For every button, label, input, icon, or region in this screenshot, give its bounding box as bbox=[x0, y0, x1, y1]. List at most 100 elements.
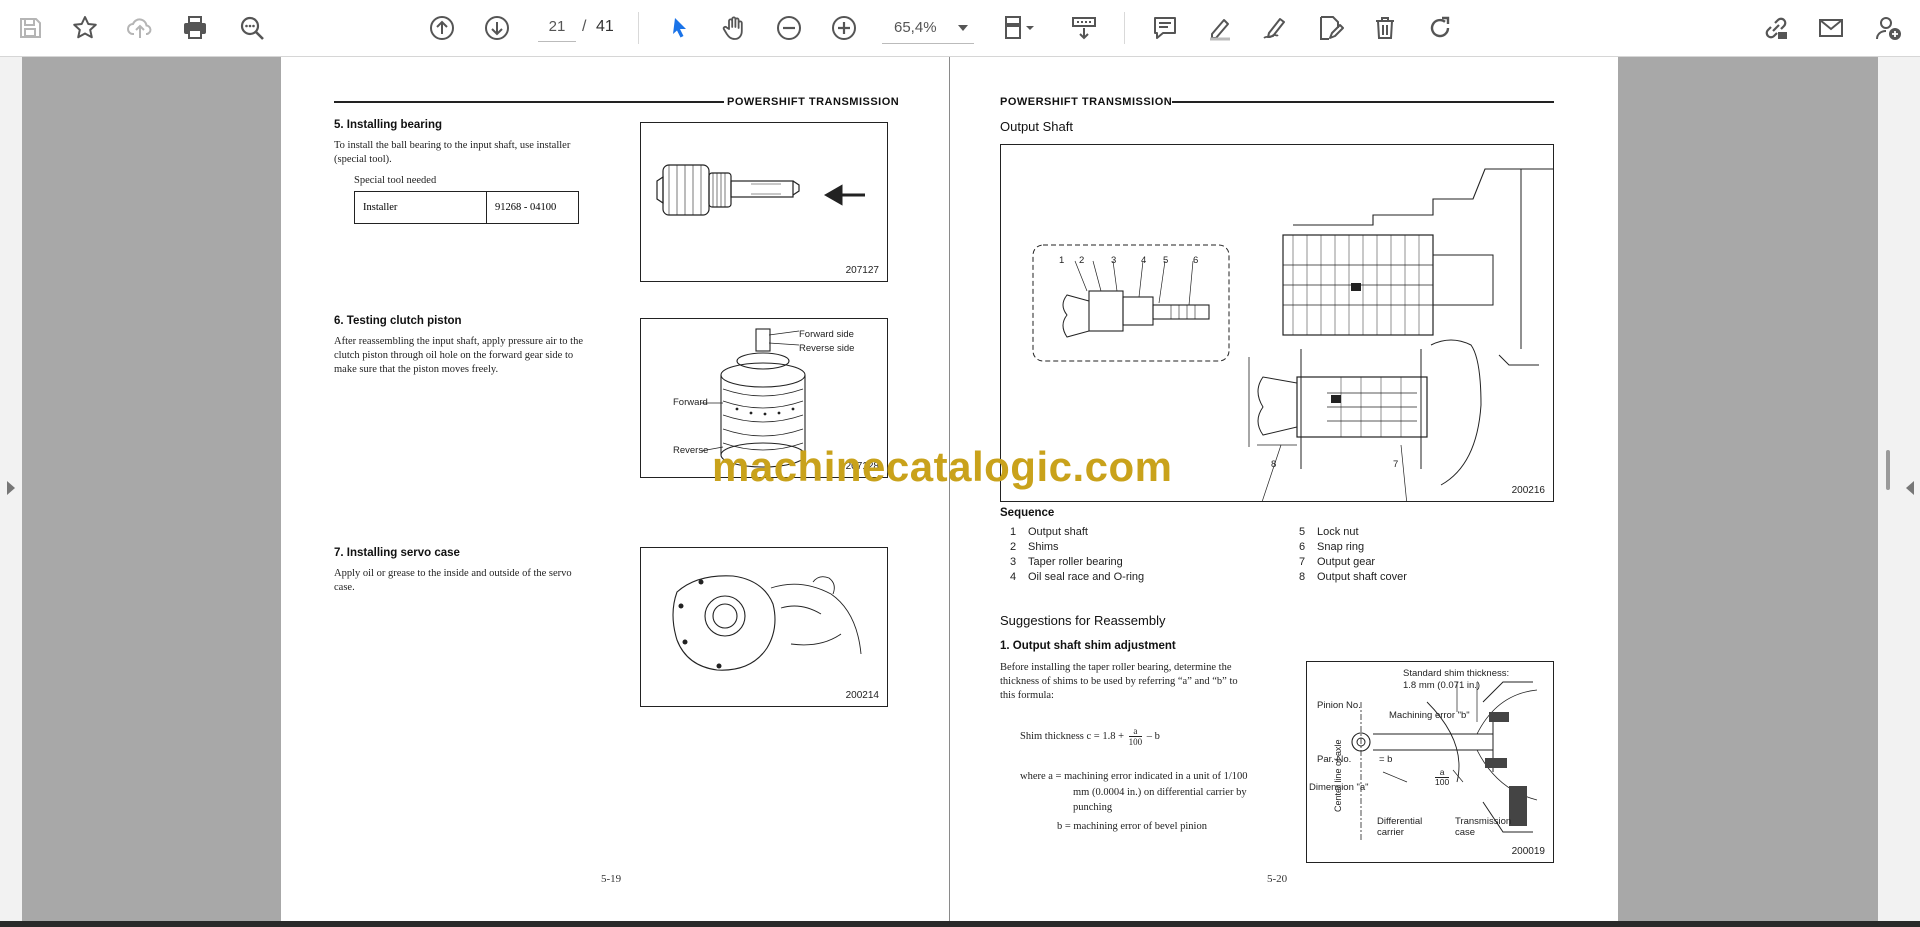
watermark: machinecatalogic.com bbox=[712, 443, 1173, 490]
list-item: 8 Output shaft cover bbox=[1299, 571, 1407, 583]
label-reverse-side: Reverse side bbox=[799, 343, 855, 354]
delete-trash-icon[interactable] bbox=[1365, 8, 1405, 48]
save-icon[interactable] bbox=[10, 8, 50, 48]
list-item: 5 Lock nut bbox=[1299, 526, 1359, 538]
email-icon[interactable] bbox=[1811, 8, 1851, 48]
previous-page-icon[interactable] bbox=[422, 8, 462, 48]
page-separator: / bbox=[582, 18, 587, 35]
star-bookmark-icon[interactable] bbox=[65, 8, 105, 48]
callout-1: 1 bbox=[1059, 255, 1065, 266]
label-standard-shim-value: 1.8 mm (0.071 in.) bbox=[1403, 680, 1481, 691]
label-differential-carrier: Differential carrier bbox=[1377, 816, 1423, 838]
list-item: 6 Snap ring bbox=[1299, 541, 1365, 553]
label-standard-shim: Standard shim thickness: bbox=[1403, 668, 1510, 679]
zoom-search-icon[interactable] bbox=[232, 8, 272, 48]
comment-icon[interactable] bbox=[1145, 8, 1185, 48]
label-a-fraction: a 100 bbox=[1435, 767, 1450, 787]
redo-rotate-icon[interactable] bbox=[1420, 8, 1460, 48]
figure-servo-case: 200214 bbox=[640, 547, 888, 707]
share-link-icon[interactable] bbox=[1756, 8, 1796, 48]
section-title-testing-clutch-piston: 6. Testing clutch piston bbox=[334, 315, 462, 327]
formula-where-b: b = machining error of bevel pinion bbox=[1057, 821, 1207, 832]
page-header: POWERSHIFT TRANSMISSION bbox=[727, 96, 900, 108]
label-reverse: Reverse bbox=[673, 445, 709, 456]
page-number-left: 5-19 bbox=[601, 873, 622, 885]
formula-where-a-line2: mm (0.0004 in.) on differential carrier … bbox=[1073, 787, 1247, 798]
zoom-dropdown[interactable]: 65,4% bbox=[882, 12, 974, 44]
figure-number: 200019 bbox=[1511, 846, 1545, 857]
sequence-title: Sequence bbox=[1000, 507, 1055, 519]
formula-where-a-line3: punching bbox=[1073, 802, 1113, 813]
print-icon[interactable] bbox=[175, 8, 215, 48]
list-item: 1 Output shaft bbox=[1010, 526, 1088, 538]
page-total: 41 bbox=[596, 18, 614, 35]
figure-shim-thickness: Standard shim thickness: 1.8 mm (0.071 i… bbox=[1306, 661, 1554, 863]
callout-2: 2 bbox=[1079, 255, 1085, 266]
label-eq-b: = b bbox=[1379, 754, 1393, 765]
scroll-mode-icon[interactable] bbox=[1064, 8, 1104, 48]
callout-4: 4 bbox=[1141, 255, 1147, 266]
highlight-pen-icon[interactable] bbox=[1200, 8, 1240, 48]
page-number-input[interactable] bbox=[538, 12, 576, 42]
next-page-icon[interactable] bbox=[477, 8, 517, 48]
section-body: To install the ball bearing to the input… bbox=[334, 140, 571, 165]
formula-where-a: where a = machining error indicated in a… bbox=[1020, 771, 1248, 782]
special-tool-table: Installer 91268 - 04100 bbox=[354, 191, 579, 224]
section-body: After reassembling the input shaft, appl… bbox=[334, 336, 584, 375]
figure-number: 200216 bbox=[1511, 485, 1545, 496]
zoom-value: 65,4% bbox=[894, 19, 937, 36]
page-number-right: 5-20 bbox=[1267, 873, 1288, 885]
taskbar-strip bbox=[0, 921, 1920, 927]
expand-right-panel-icon[interactable] bbox=[1906, 481, 1914, 495]
callout-3: 3 bbox=[1111, 255, 1117, 266]
expand-left-panel-icon[interactable] bbox=[7, 481, 15, 495]
add-user-icon[interactable] bbox=[1868, 8, 1908, 48]
callout-7: 7 bbox=[1393, 459, 1399, 470]
list-item: 7 Output gear bbox=[1299, 556, 1376, 568]
list-item: 3 Taper roller bearing bbox=[1010, 556, 1123, 568]
section-body: Apply oil or grease to the inside and ou… bbox=[334, 568, 572, 593]
list-item: 4 Oil seal race and O-ring bbox=[1010, 571, 1145, 583]
zoom-in-icon[interactable] bbox=[824, 8, 864, 48]
toolbar: / 41 65,4% bbox=[0, 0, 1920, 57]
edit-document-icon[interactable] bbox=[1310, 8, 1350, 48]
figure-number: 200214 bbox=[845, 690, 879, 701]
page-header: POWERSHIFT TRANSMISSION bbox=[1000, 96, 1173, 108]
section-title-installing-bearing: 5. Installing bearing bbox=[334, 119, 442, 131]
shim-formula: Shim thickness c = 1.8 + a 100 – b bbox=[1020, 726, 1160, 747]
tool-number-cell: 91268 - 04100 bbox=[486, 191, 579, 224]
figure-installing-bearing: 207127 bbox=[640, 122, 888, 282]
cloud-upload-icon[interactable] bbox=[120, 8, 160, 48]
label-transmission-case: Transmission case bbox=[1455, 816, 1512, 838]
page-title: Output Shaft bbox=[1000, 119, 1073, 134]
figure-number: 207127 bbox=[845, 265, 879, 276]
header-rule bbox=[1172, 101, 1554, 103]
section-title-installing-servo-case: 7. Installing servo case bbox=[334, 547, 460, 559]
draw-pen-icon[interactable] bbox=[1255, 8, 1295, 48]
section-title-shim-adjustment: 1. Output shaft shim adjustment bbox=[1000, 640, 1176, 652]
callout-6: 6 bbox=[1193, 255, 1199, 266]
toolbar-divider bbox=[638, 12, 639, 44]
tool-name-cell: Installer bbox=[354, 191, 487, 224]
suggestions-title: Suggestions for Reassembly bbox=[1000, 613, 1166, 628]
header-rule bbox=[334, 101, 724, 103]
page-layout-icon[interactable] bbox=[994, 8, 1044, 48]
scrollbar-thumb[interactable] bbox=[1886, 450, 1890, 490]
special-tool-label: Special tool needed bbox=[354, 175, 437, 186]
label-forward: Forward bbox=[673, 397, 708, 408]
zoom-out-icon[interactable] bbox=[769, 8, 809, 48]
bearing-illustration bbox=[656, 164, 865, 216]
table-row: Installer 91268 - 04100 bbox=[354, 191, 579, 224]
select-cursor-icon[interactable] bbox=[660, 8, 700, 48]
label-pinion-no: Pinion No. bbox=[1317, 700, 1361, 711]
label-center-line: Center line of axle bbox=[1333, 739, 1343, 812]
list-item: 2 Shims bbox=[1010, 541, 1059, 553]
label-machining-error: Machining error "b" bbox=[1389, 710, 1470, 721]
section-body: Before installing the taper roller beari… bbox=[1000, 662, 1238, 701]
chevron-down-icon bbox=[958, 25, 968, 31]
servo-case-illustration bbox=[672, 575, 862, 671]
callout-5: 5 bbox=[1163, 255, 1169, 266]
toolbar-divider bbox=[1124, 12, 1125, 44]
hand-pan-icon[interactable] bbox=[714, 8, 754, 48]
label-forward-side: Forward side bbox=[799, 329, 854, 340]
